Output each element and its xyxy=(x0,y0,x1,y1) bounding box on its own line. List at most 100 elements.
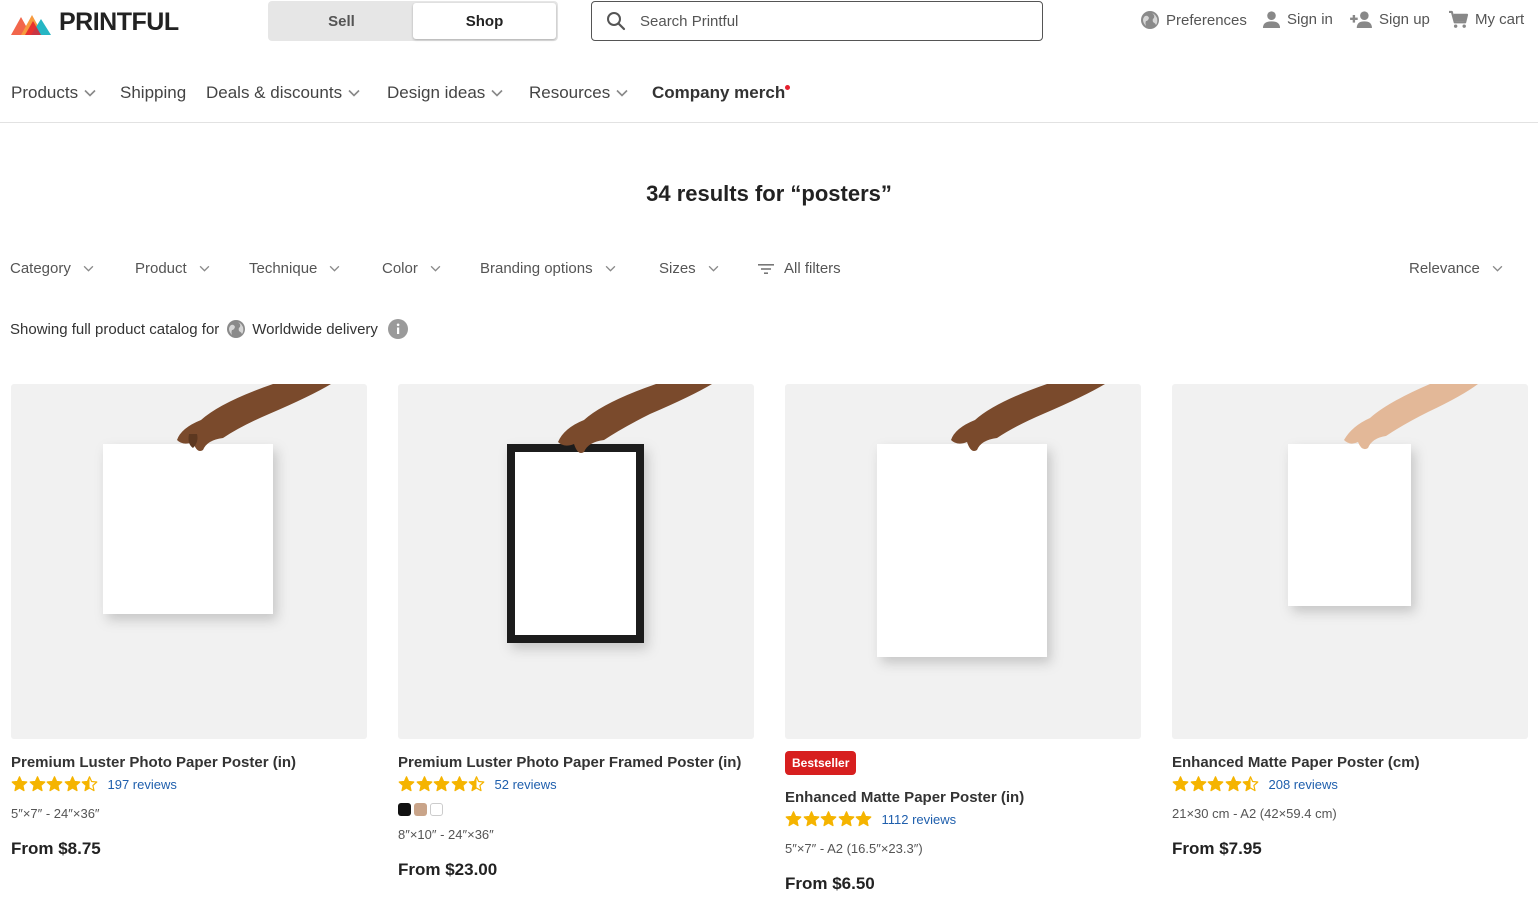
star-full-icon xyxy=(1207,776,1224,792)
product-image[interactable] xyxy=(785,384,1141,739)
nav-item-products[interactable]: Products xyxy=(11,83,96,103)
filter-label: Technique xyxy=(249,260,318,277)
nav-item-company-merch[interactable]: Company merch xyxy=(652,83,791,103)
filter-color[interactable]: Color xyxy=(382,260,441,277)
nav-item-label: Shipping xyxy=(120,83,187,102)
main-nav: Products Shipping Deals & discounts Desi… xyxy=(0,80,1538,123)
product-image[interactable] xyxy=(398,384,754,739)
reviews-link[interactable]: 1112 reviews xyxy=(882,812,957,827)
sort-label: Relevance xyxy=(1409,260,1480,277)
nav-item-deals[interactable]: Deals & discounts xyxy=(206,83,360,103)
search-input[interactable] xyxy=(640,12,1020,30)
nav-item-label: Deals & discounts xyxy=(206,83,343,102)
star-full-icon xyxy=(855,811,872,827)
preferences-link[interactable]: Preferences xyxy=(1140,10,1247,30)
info-icon[interactable] xyxy=(387,319,408,339)
chevron-down-icon xyxy=(605,265,615,272)
globe-icon xyxy=(1141,11,1159,29)
filter-label: Branding options xyxy=(480,260,593,277)
chevron-down-icon xyxy=(199,265,210,272)
product-card[interactable]: Enhanced Matte Paper Poster (cm) 208 rev… xyxy=(1172,384,1528,859)
catalog-note: Showing full product catalog for Worldwi… xyxy=(10,319,408,339)
sign-up-label: Sign up xyxy=(1379,11,1430,28)
results-heading: 34 results for “posters” xyxy=(646,181,892,206)
nav-item-label: Products xyxy=(11,83,79,102)
filter-technique[interactable]: Technique xyxy=(249,260,340,277)
logo-mountains-icon xyxy=(11,14,51,35)
product-title[interactable]: Premium Luster Photo Paper Framed Poster… xyxy=(398,754,754,771)
star-full-icon xyxy=(64,776,80,792)
star-full-icon xyxy=(11,776,28,792)
star-half-icon xyxy=(81,776,98,792)
reviews-link[interactable]: 208 reviews xyxy=(1269,777,1338,792)
nav-item-design-ideas[interactable]: Design ideas xyxy=(387,83,503,103)
swatch-white[interactable] xyxy=(430,803,443,816)
sign-in-link[interactable]: Sign in xyxy=(1262,10,1333,29)
chevron-down-icon xyxy=(330,265,340,272)
filter-product[interactable]: Product xyxy=(135,260,210,277)
all-filters-button[interactable]: All filters xyxy=(758,260,841,277)
nav-item-resources[interactable]: Resources xyxy=(529,83,628,103)
cart-label: My cart xyxy=(1475,11,1525,28)
star-full-icon xyxy=(785,811,802,827)
chevron-down-icon xyxy=(491,89,503,97)
user-icon xyxy=(1262,11,1281,29)
product-card[interactable]: Premium Luster Photo Paper Framed Poster… xyxy=(398,384,754,880)
product-image[interactable] xyxy=(11,384,367,739)
reviews-link[interactable]: 197 reviews xyxy=(108,777,177,792)
framed-poster-mockup-image xyxy=(507,384,712,643)
swatch-black[interactable] xyxy=(398,803,411,816)
all-filters-label: All filters xyxy=(784,260,841,277)
product-card[interactable]: Bestseller Enhanced Matte Paper Poster (… xyxy=(785,384,1141,894)
nav-item-shipping[interactable]: Shipping xyxy=(120,83,186,103)
poster-mockup-image xyxy=(1288,384,1478,606)
filter-label: Sizes xyxy=(659,260,696,277)
nav-item-label: Company merch xyxy=(652,83,791,103)
poster-mockup-image xyxy=(103,384,331,614)
star-rating xyxy=(398,776,486,792)
shop-toggle-button[interactable]: Shop xyxy=(413,3,556,39)
cart-icon xyxy=(1449,10,1469,28)
star-full-icon xyxy=(416,776,432,792)
price: From $23.00 xyxy=(398,860,498,879)
chevron-down-icon xyxy=(708,265,719,272)
star-full-icon xyxy=(433,776,450,792)
swatch-wood[interactable] xyxy=(414,803,427,816)
product-image[interactable] xyxy=(1172,384,1528,739)
filter-label: Color xyxy=(382,260,418,277)
filter-sizes[interactable]: Sizes xyxy=(659,260,719,277)
product-title[interactable]: Premium Luster Photo Paper Poster (in) xyxy=(11,754,367,771)
star-half-icon xyxy=(468,776,485,792)
star-full-icon xyxy=(29,776,45,792)
sell-toggle-button[interactable]: Sell xyxy=(270,3,413,39)
star-full-icon xyxy=(1225,776,1241,792)
company-merch-text: Company merch xyxy=(652,83,786,102)
chevron-down-icon xyxy=(84,89,96,97)
printful-logo[interactable]: PRINTFUL xyxy=(11,8,179,37)
cart-link[interactable]: My cart xyxy=(1448,10,1524,29)
star-rating xyxy=(11,776,99,792)
filter-label: Category xyxy=(10,260,71,277)
price: From $7.95 xyxy=(1172,839,1262,858)
product-title[interactable]: Enhanced Matte Paper Poster (in) xyxy=(785,789,1141,806)
size-range: 8″×10″ - 24″×36″ xyxy=(398,827,494,842)
reviews-link[interactable]: 52 reviews xyxy=(495,777,557,792)
filter-branding-options[interactable]: Branding options xyxy=(480,260,616,277)
rating-row: 197 reviews xyxy=(11,776,367,792)
price: From $8.75 xyxy=(11,839,101,858)
search-bar xyxy=(591,1,1043,41)
product-title[interactable]: Enhanced Matte Paper Poster (cm) xyxy=(1172,754,1528,771)
add-user-icon xyxy=(1350,11,1372,29)
star-full-icon xyxy=(1172,776,1189,792)
sign-in-label: Sign in xyxy=(1287,11,1333,28)
filter-category[interactable]: Category xyxy=(10,260,94,277)
new-indicator-dot xyxy=(785,85,791,90)
preferences-label: Preferences xyxy=(1166,11,1247,29)
size-range: 21×30 cm - A2 (42×59.4 cm) xyxy=(1172,806,1337,821)
delivery-region-link[interactable]: Worldwide delivery xyxy=(252,321,378,338)
sign-up-link[interactable]: Sign up xyxy=(1350,10,1430,29)
star-full-icon xyxy=(451,776,467,792)
sort-dropdown[interactable]: Relevance xyxy=(1409,260,1503,277)
product-card[interactable]: Premium Luster Photo Paper Poster (in) 1… xyxy=(11,384,367,859)
star-full-icon xyxy=(803,811,819,827)
